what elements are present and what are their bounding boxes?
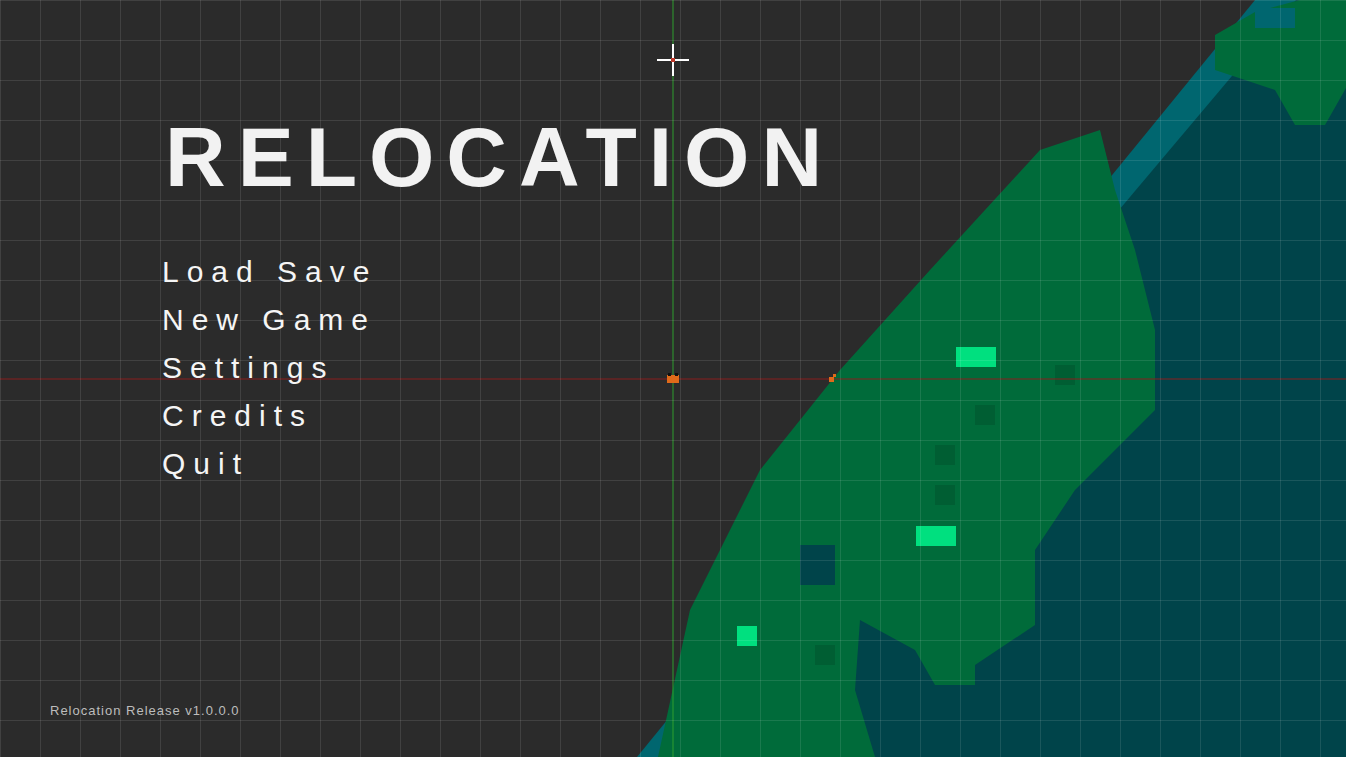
crosshair-icon [657,44,689,76]
crystal [956,347,996,367]
main-menu: Load SaveNew GameSettingsCreditsQuit [162,248,1346,488]
game-title: RELOCATION [165,115,1346,199]
version-label: Relocation Release v1.0.0.0 [50,702,240,720]
menu-item[interactable]: Load Save [162,248,1346,296]
creature-sprite-icon [829,374,836,382]
grass-area [658,130,1155,757]
main-menu-screen: RELOCATION Load SaveNew GameSettingsCredi… [0,0,1346,757]
menu-item[interactable]: Settings [162,344,1346,392]
crystal [737,626,757,646]
menu-item[interactable]: Quit [162,440,1346,488]
menu-item[interactable]: Credits [162,392,1346,440]
player-sprite-icon [667,373,679,383]
menu-item[interactable]: New Game [162,296,1346,344]
crystal [916,526,956,546]
